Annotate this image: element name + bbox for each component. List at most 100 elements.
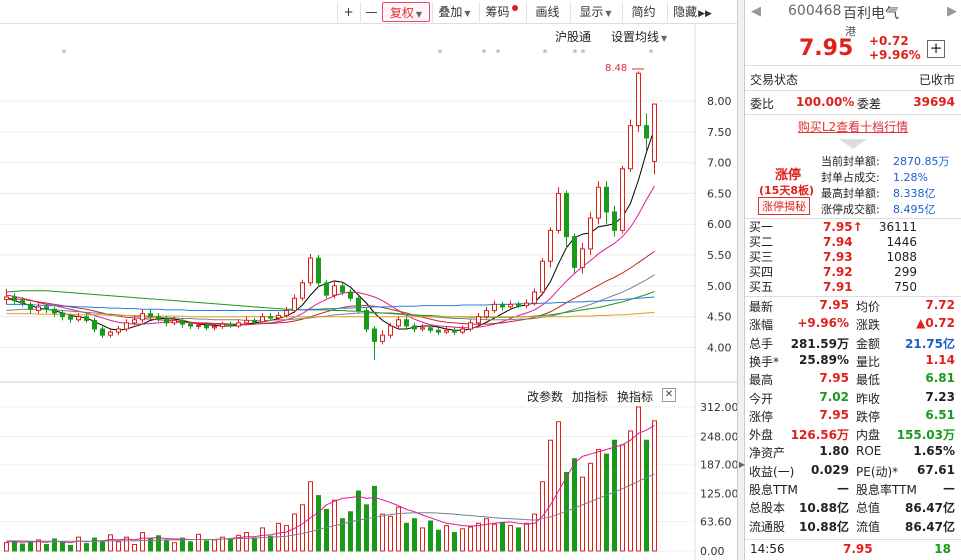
volume-bar bbox=[612, 439, 617, 552]
chevron-down-icon: ▼ bbox=[605, 9, 612, 18]
stat-label: 涨幅 bbox=[749, 318, 774, 333]
candle-body bbox=[196, 324, 201, 327]
switch-indicator-button[interactable]: 换指标 bbox=[617, 388, 653, 405]
candle-body bbox=[276, 314, 281, 319]
volume-bar bbox=[12, 540, 17, 552]
stat-label: 净资产 bbox=[749, 446, 786, 461]
candle-body bbox=[324, 282, 329, 296]
stat-value: — bbox=[837, 481, 849, 495]
weicha-value: 39694 bbox=[913, 95, 955, 109]
weibi-value: 100.00% bbox=[796, 95, 855, 109]
stat-row: 股息TTM — 股息率TTM — bbox=[745, 481, 961, 499]
volume-bar bbox=[324, 508, 329, 552]
stat-value: — bbox=[943, 481, 955, 495]
candle-body bbox=[548, 229, 553, 262]
stat-value: 0.029 bbox=[811, 462, 849, 477]
bid-volume: 750 bbox=[894, 280, 917, 294]
simple-button[interactable]: 简约 bbox=[622, 2, 664, 22]
chips-button[interactable]: 筹码 bbox=[479, 2, 523, 22]
bid-book: 买一 买二 买三 买四 买五 7.95↑ 7.94 7.93 7.92 7.91… bbox=[745, 220, 961, 296]
tick-volume: 18 bbox=[934, 542, 951, 556]
stat-label: 金额 bbox=[856, 336, 881, 351]
add-indicator-button[interactable]: 加指标 bbox=[572, 388, 608, 405]
ma-setting-button[interactable]: 设置均线 ▼ bbox=[611, 28, 667, 45]
hgt-link[interactable]: 沪股通 bbox=[555, 28, 591, 45]
price-tick-label: 5.50 bbox=[707, 249, 732, 262]
zoom-out-button[interactable]: — bbox=[360, 2, 382, 22]
volume-bar bbox=[252, 537, 257, 552]
candle-body bbox=[20, 300, 25, 304]
candle-body bbox=[292, 297, 297, 312]
volume-tick-label: 0.00 bbox=[700, 545, 725, 558]
stat-row: 总手 281.59万 金额 21.75亿 bbox=[745, 335, 961, 353]
candle-body bbox=[44, 306, 49, 310]
fuquan-button[interactable]: 复权 ▼ bbox=[382, 2, 430, 22]
volume-bar bbox=[444, 525, 449, 552]
limit-reveal-button[interactable]: 涨停揭秘 bbox=[758, 197, 810, 215]
candle-body bbox=[60, 312, 65, 318]
bid-price: 7.95 bbox=[823, 220, 853, 234]
hide-button[interactable]: 隐藏▶▶ bbox=[667, 2, 717, 22]
stat-row: 净资产 1.80 ROE 1.65% bbox=[745, 444, 961, 462]
trade-status-value: 已收市 bbox=[918, 73, 955, 87]
stat-label: 涨跌 bbox=[856, 318, 881, 333]
volume-bar bbox=[300, 504, 305, 552]
volume-bar bbox=[548, 439, 553, 552]
candle-body bbox=[340, 285, 345, 293]
volume-bar bbox=[244, 532, 249, 552]
high-price-marker: 8.48 bbox=[605, 63, 628, 74]
close-indicator-button[interactable]: ✕ bbox=[662, 388, 676, 402]
stat-label: 总股本 bbox=[749, 501, 786, 516]
candle-body bbox=[260, 316, 265, 323]
expand-arrow-icon[interactable] bbox=[839, 139, 867, 149]
stat-row: 收益(一) 0.029 PE(动)* 67.61 bbox=[745, 463, 961, 481]
volume-bar bbox=[500, 521, 505, 552]
candle-body bbox=[460, 328, 465, 333]
prev-stock-arrow-icon[interactable]: ◀ bbox=[751, 4, 761, 19]
drawline-button[interactable]: 画线 bbox=[526, 2, 568, 22]
zoom-in-button[interactable]: + bbox=[337, 2, 359, 22]
drawline-label: 画线 bbox=[535, 5, 560, 19]
limit-row-value: 1.28% bbox=[893, 171, 928, 184]
candle-body bbox=[396, 319, 401, 327]
change-params-button[interactable]: 改参数 bbox=[527, 388, 563, 405]
price-tick-label: 6.50 bbox=[707, 187, 732, 200]
stat-label: 量比 bbox=[856, 354, 881, 369]
volume-bar bbox=[348, 511, 353, 552]
next-stock-arrow-icon[interactable]: ▶ bbox=[947, 4, 957, 19]
candle-body bbox=[540, 260, 545, 293]
trade-status-row: 交易状态 已收市 bbox=[745, 71, 961, 91]
candle-body bbox=[52, 308, 57, 314]
candle-body bbox=[412, 325, 417, 330]
expand-arrow[interactable] bbox=[745, 138, 961, 150]
candle-body bbox=[596, 186, 601, 219]
kline-chart-area[interactable]: * * * * * * * * 8.00 7.50 7.00 6.50 6.00 5.50 5.00 4.5… bbox=[0, 24, 739, 560]
display-button[interactable]: 显示 ▼ bbox=[570, 2, 620, 22]
stat-value: 21.75亿 bbox=[905, 336, 955, 351]
kline-chart-svg[interactable]: * * * * * * * * 8.007.507.006.506.005.505.004.5… bbox=[0, 24, 739, 560]
l2-purchase-link[interactable]: 购买L2查看十档行情 bbox=[745, 118, 961, 135]
stat-value: 7.95 bbox=[819, 407, 849, 422]
stat-value: 7.95 bbox=[819, 298, 849, 312]
candle-body bbox=[508, 303, 513, 308]
bid-label: 买四 bbox=[749, 265, 774, 279]
candle-body bbox=[212, 326, 217, 329]
arrow-up-icon: ↑ bbox=[852, 220, 863, 234]
volume-bar bbox=[580, 476, 585, 552]
candle-body bbox=[500, 303, 505, 308]
limit-up-labels: 当前封单额: 封单占成交: 最高封单额: 涨停成交额: bbox=[821, 154, 880, 218]
volume-bar bbox=[388, 515, 393, 552]
stat-value: 25.89% bbox=[799, 352, 849, 367]
price-change: +0.72 bbox=[869, 34, 909, 48]
overlay-button[interactable]: 叠加 ▼ bbox=[432, 2, 476, 22]
add-watchlist-button[interactable]: + bbox=[927, 40, 945, 58]
price-tick-label: 7.50 bbox=[707, 126, 732, 139]
volume-bar bbox=[468, 526, 473, 552]
bid-price: 7.91 bbox=[823, 280, 853, 294]
stat-value: 126.56万 bbox=[790, 428, 849, 443]
close-icon: ✕ bbox=[664, 389, 674, 400]
candle-body bbox=[204, 324, 209, 329]
volume-bar bbox=[492, 523, 497, 552]
panel-splitter[interactable]: ▶ bbox=[737, 0, 745, 560]
volume-bar bbox=[116, 541, 121, 552]
